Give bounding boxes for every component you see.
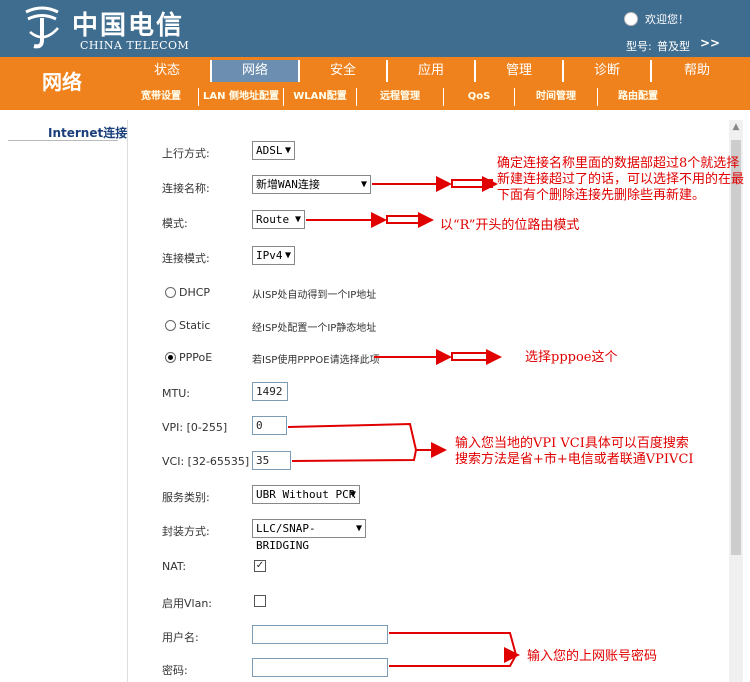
service-value: UBR Without PCR	[256, 488, 356, 501]
more-link[interactable]: >>	[700, 36, 720, 50]
conn-mode-label: 连接模式:	[162, 252, 210, 265]
uplink-label: 上行方式:	[162, 147, 210, 160]
conn-name-label: 连接名称:	[162, 182, 210, 195]
vci-input[interactable]: 35	[252, 451, 291, 470]
subtab-lan[interactable]: LAN 侧地址配置	[199, 88, 283, 106]
dhcp-label: DHCP	[179, 286, 211, 299]
subtab-broadband[interactable]: 宽带设置	[124, 88, 198, 106]
static-radio[interactable]	[165, 320, 176, 331]
subtab-qos[interactable]: QoS	[444, 88, 514, 106]
note-account: 输入您的上网账号密码	[527, 649, 658, 664]
pppoe-radio[interactable]	[165, 352, 176, 363]
mode-label: 模式:	[162, 217, 188, 230]
china-telecom-logo-icon	[25, 6, 59, 49]
nat-label: NAT:	[162, 560, 187, 573]
uplink-value: ADSL	[256, 144, 283, 157]
encap-value: LLC/SNAP-BRIDGING	[256, 522, 316, 552]
chevron-down-icon: ▼	[294, 214, 301, 225]
note-pppoe: 选择pppoe这个	[525, 350, 618, 365]
password-label: 密码:	[162, 664, 188, 677]
tab-diagnostics[interactable]: 诊断	[564, 60, 650, 82]
conn-name-select[interactable]: 新增WAN连接 ▼	[252, 175, 371, 194]
service-label: 服务类别:	[162, 491, 210, 504]
vci-label: VCI: [32-65535]	[162, 455, 250, 468]
nav-spacer	[0, 110, 750, 120]
subtab-time[interactable]: 时间管理	[515, 88, 597, 106]
conn-mode-value: IPv4	[256, 249, 283, 262]
content-panel	[127, 120, 730, 682]
password-input[interactable]	[252, 658, 388, 677]
conn-name-value: 新增WAN连接	[256, 178, 320, 191]
encap-label: 封装方式:	[162, 525, 210, 538]
tab-help[interactable]: 帮助	[652, 60, 742, 82]
mtu-label: MTU:	[162, 387, 190, 400]
note-mode: 以“R”开头的位路由模式	[440, 218, 580, 233]
chevron-down-icon: ▼	[355, 523, 362, 534]
subtab-remote[interactable]: 远程管理	[357, 88, 443, 106]
scroll-up-icon[interactable]: ▲	[729, 120, 743, 134]
dhcp-description: 从ISP处自动得到一个IP地址	[252, 290, 377, 301]
vpi-input[interactable]: 0	[252, 416, 287, 435]
username-input[interactable]	[252, 625, 388, 644]
encap-select[interactable]: LLC/SNAP-BRIDGING ▼	[252, 519, 366, 552]
pppoe-label: PPPoE	[179, 351, 213, 364]
tab-management[interactable]: 管理	[476, 60, 562, 82]
mode-select[interactable]: Route ▼	[252, 210, 305, 229]
dhcp-radio[interactable]	[165, 287, 176, 298]
chevron-down-icon: ▼	[349, 489, 356, 500]
vlan-label: 启用Vlan:	[162, 597, 212, 610]
chevron-down-icon: ▼	[284, 250, 291, 261]
nat-checkbox[interactable]: ✓	[254, 560, 266, 572]
user-icon	[624, 12, 638, 26]
brand-name-en: CHINA TELECOM	[80, 39, 190, 52]
section-title: 网络	[42, 70, 82, 94]
welcome-text: 欢迎您！	[645, 13, 689, 26]
note-vpi-vci-2: 搜索方法是省+市+电信或者联通VPIVCI	[455, 452, 694, 467]
tab-security[interactable]: 安全	[300, 60, 386, 82]
model-value: 普及型	[657, 40, 690, 53]
vpi-label: VPI: [0-255]	[162, 421, 228, 434]
username-label: 用户名:	[162, 631, 199, 644]
subtab-wlan[interactable]: WLAN配置	[284, 88, 356, 106]
tab-status[interactable]: 状态	[124, 60, 210, 82]
sidebar-divider	[8, 140, 118, 141]
note-vpi-vci-1: 输入您当地的VPI VCI具体可以百度搜索	[455, 436, 689, 451]
sidebar-item-internet[interactable]: Internet连接	[48, 124, 127, 141]
note-connection-name: 确定连接名称里面的数据部超过8个就选择新建连接超过了的话，可以选择不用的在最下面…	[497, 156, 745, 203]
vlan-checkbox[interactable]	[254, 595, 266, 607]
mtu-input[interactable]: 1492	[252, 382, 288, 401]
model-label: 型号:	[626, 40, 652, 53]
tab-network[interactable]: 网络	[212, 60, 298, 82]
subtab-routing[interactable]: 路由配置	[598, 88, 678, 106]
chevron-down-icon: ▼	[284, 145, 291, 156]
mode-value: Route	[256, 213, 290, 226]
conn-mode-select[interactable]: IPv4 ▼	[252, 246, 295, 265]
static-description: 经ISP处配置一个IP静态地址	[252, 323, 377, 334]
pppoe-description: 若ISP使用PPPOE请选择此项	[252, 355, 380, 366]
service-select[interactable]: UBR Without PCR ▼	[252, 485, 360, 504]
chevron-down-icon: ▼	[360, 179, 367, 190]
tab-application[interactable]: 应用	[388, 60, 474, 82]
static-label: Static	[179, 319, 211, 332]
brand-name-cn: 中国电信	[72, 11, 185, 41]
uplink-select[interactable]: ADSL ▼	[252, 141, 295, 160]
